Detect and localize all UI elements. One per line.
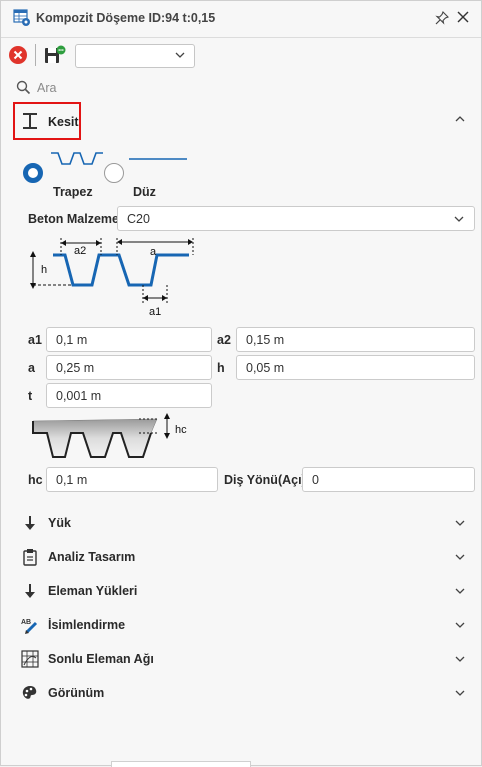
i-beam-icon <box>21 111 39 131</box>
radio-duz[interactable] <box>104 163 124 183</box>
bottom-tab[interactable] <box>111 761 251 767</box>
section-yuk[interactable]: Yük <box>1 507 481 539</box>
properties-panel: Kompozit Döşeme ID:94 t:0,15 Ara Kesit T… <box>0 0 482 767</box>
dis-yonu-label: Diş Yönü(Açı) <box>224 473 306 487</box>
svg-text:AB: AB <box>21 619 31 626</box>
title-bar: Kompozit Döşeme ID:94 t:0,15 <box>1 1 481 35</box>
diagram-a-label: a <box>150 246 157 258</box>
clipboard-icon <box>21 548 39 566</box>
chevron-down-icon <box>174 49 186 61</box>
flat-profile-icon <box>129 157 187 161</box>
section-isimlendirme-label: İsimlendirme <box>48 618 126 632</box>
chevron-down-icon <box>454 585 466 597</box>
section-sonlu-eleman-agi[interactable]: Sonlu Eleman Ağı <box>1 643 481 675</box>
pin-icon[interactable] <box>434 10 450 26</box>
radio-trapez[interactable] <box>23 163 43 183</box>
a2-input[interactable]: 0,15 m <box>236 327 475 352</box>
window-title: Kompozit Döşeme ID:94 t:0,15 <box>36 11 216 25</box>
a-label: a <box>28 361 35 375</box>
diagram-h-label: h <box>41 264 47 276</box>
a2-label: a2 <box>217 333 231 347</box>
beton-malzeme-value: C20 <box>127 212 150 226</box>
h-label: h <box>217 361 225 375</box>
section-eleman-yukleri-label: Eleman Yükleri <box>48 584 138 598</box>
trapez-dimension-diagram: a2 a h a1 <box>25 235 205 319</box>
table-settings-icon <box>13 9 31 27</box>
toolbar <box>1 37 481 71</box>
save-as-icon[interactable] <box>44 45 66 65</box>
cancel-x-icon <box>13 50 23 60</box>
chevron-down-icon <box>454 619 466 631</box>
search-bar <box>1 75 481 101</box>
down-arrow-icon <box>21 582 39 600</box>
section-gorunum-label: Görünüm <box>48 686 105 700</box>
composite-section-diagram: hc <box>29 411 199 463</box>
h-input[interactable]: 0,05 m <box>236 355 475 380</box>
mesh-grid-icon <box>21 650 39 668</box>
section-yuk-label: Yük <box>48 516 71 530</box>
section-sonlu-eleman-agi-label: Sonlu Eleman Ağı <box>48 652 154 666</box>
rename-pencil-icon: AB <box>21 616 39 634</box>
diagram-hc-label: hc <box>175 424 187 436</box>
t-label: t <box>28 389 33 403</box>
a1-input[interactable]: 0,1 m <box>46 327 212 352</box>
down-arrow-icon <box>21 514 39 532</box>
chevron-down-icon <box>453 213 465 225</box>
toolbar-divider <box>35 44 36 66</box>
radio-trapez-label: Trapez <box>53 185 93 199</box>
section-eleman-yukleri[interactable]: Eleman Yükleri <box>1 575 481 607</box>
diagram-a1-label: a1 <box>149 306 161 318</box>
beton-malzeme-select[interactable]: C20 <box>117 206 475 231</box>
section-kesit-header[interactable]: Kesit <box>13 102 81 140</box>
chevron-down-icon <box>454 653 466 665</box>
chevron-down-icon <box>454 687 466 699</box>
search-input[interactable] <box>37 78 337 98</box>
radio-duz-label: Düz <box>133 185 156 199</box>
palette-icon <box>21 684 39 702</box>
a-input[interactable]: 0,25 m <box>46 355 212 380</box>
diagram-a2-label: a2 <box>74 245 86 257</box>
dis-yonu-input[interactable]: 0 <box>302 467 475 492</box>
hc-label: hc <box>28 473 43 487</box>
a1-label: a1 <box>28 333 42 347</box>
chevron-up-icon[interactable] <box>454 113 466 125</box>
trapez-profile-icon <box>51 151 103 167</box>
section-analiz-tasarim[interactable]: Analiz Tasarım <box>1 541 481 573</box>
chevron-down-icon <box>454 551 466 563</box>
search-icon <box>16 80 31 95</box>
section-gorunum[interactable]: Görünüm <box>1 677 481 709</box>
section-analiz-tasarim-label: Analiz Tasarım <box>48 550 136 564</box>
toolbar-dropdown[interactable] <box>75 44 195 68</box>
section-isimlendirme[interactable]: AB İsimlendirme <box>1 609 481 641</box>
t-input[interactable]: 0,001 m <box>46 383 212 408</box>
chevron-down-icon <box>454 517 466 529</box>
beton-malzeme-label: Beton Malzeme <box>28 212 119 226</box>
close-icon[interactable] <box>455 9 471 25</box>
delete-button[interactable] <box>9 46 27 64</box>
section-kesit-label: Kesit <box>48 115 79 129</box>
hc-input[interactable]: 0,1 m <box>46 467 218 492</box>
